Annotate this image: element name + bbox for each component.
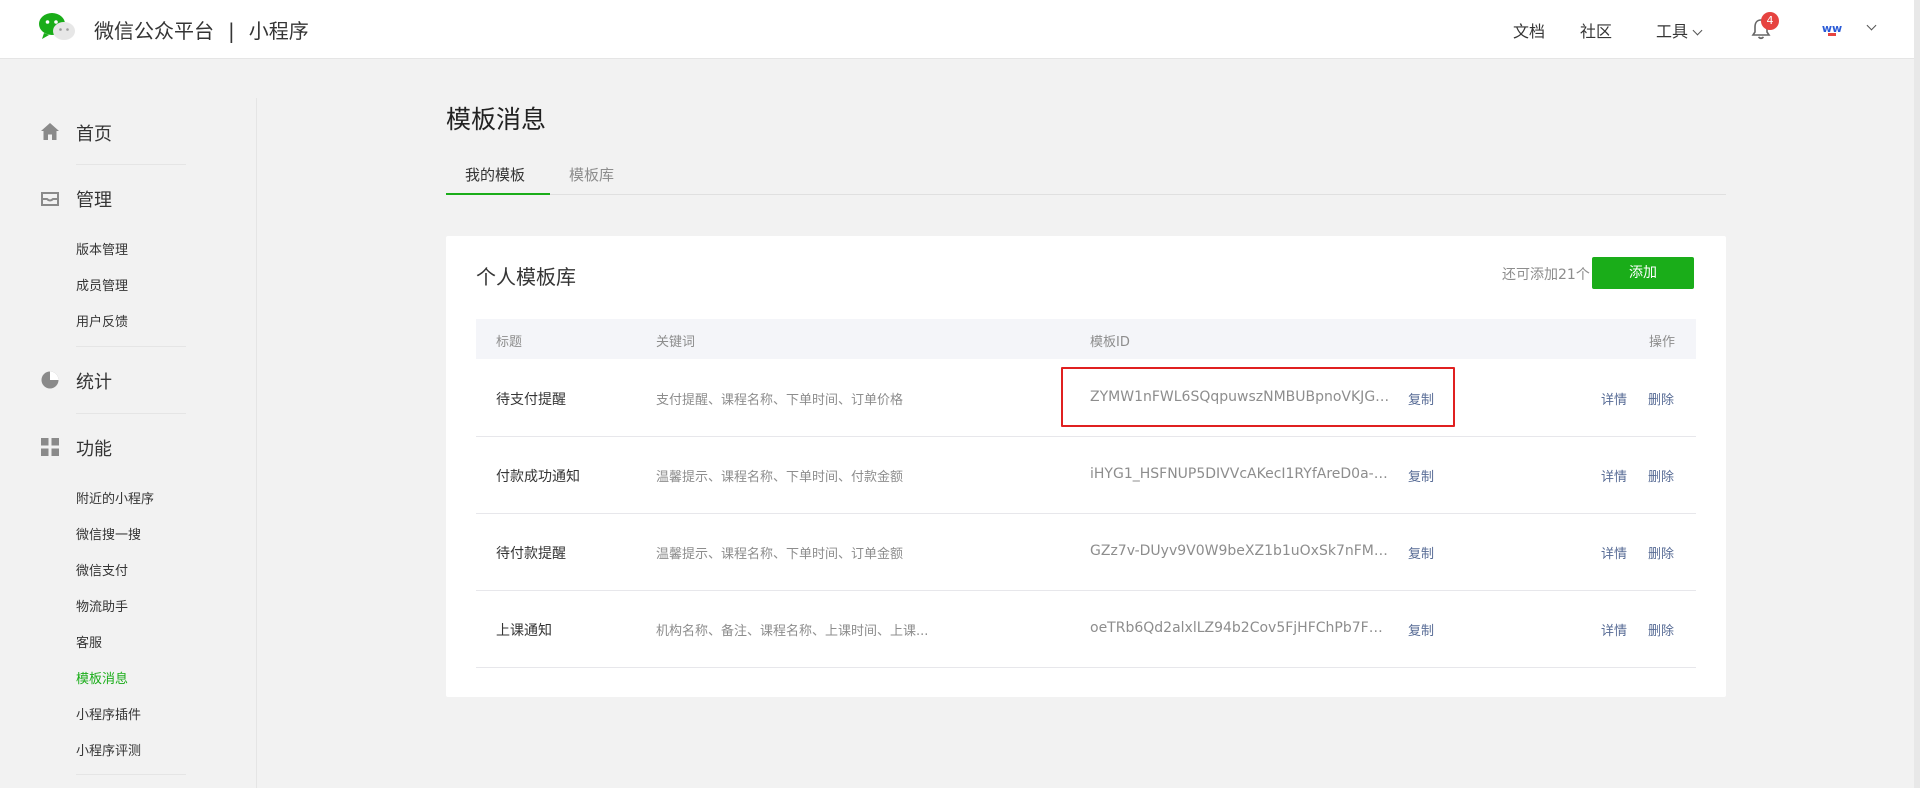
row-keywords: 温馨提示、课程名称、下单时间、付款金额 [656, 470, 904, 485]
tabs-divider [446, 194, 1726, 195]
row-keywords: 支付提醒、课程名称、下单时间、订单价格 [656, 393, 904, 408]
row-template-id: ZYMW1nFWL6SQqpuwszNMBUBpnoVKJGi... [1090, 389, 1390, 405]
sidebar-item-plugins[interactable]: 小程序插件 [76, 704, 141, 723]
detail-link[interactable]: 详情 [1601, 466, 1627, 485]
sidebar-divider [76, 346, 186, 347]
card-title: 个人模板库 [476, 265, 576, 289]
account-chevron-down-icon[interactable] [1866, 20, 1877, 31]
row-title: 上课通知 [496, 623, 552, 639]
sidebar-item-search[interactable]: 微信搜一搜 [76, 524, 141, 543]
delete-link[interactable]: 删除 [1648, 466, 1674, 485]
sidebar-item-logistics[interactable]: 物流助手 [76, 596, 128, 615]
detail-link[interactable]: 详情 [1601, 543, 1627, 562]
product-name: 小程序 [248, 19, 309, 43]
row-title: 待支付提醒 [496, 392, 566, 408]
brand-separator: | [228, 19, 235, 43]
copy-link[interactable]: 复制 [1408, 620, 1434, 639]
column-header-title: 标题 [496, 335, 523, 350]
tab-my-templates[interactable]: 我的模板 [465, 164, 525, 185]
delete-link[interactable]: 删除 [1648, 543, 1674, 562]
sidebar-divider [76, 774, 186, 775]
sidebar-item-template-message[interactable]: 模板消息 [76, 668, 128, 687]
sidebar-section-label: 功能 [76, 439, 112, 460]
grid-icon [41, 438, 59, 456]
column-header-template-id: 模板ID [1090, 335, 1130, 350]
nav-tools[interactable]: 工具 [1656, 18, 1703, 42]
brand-title[interactable]: 微信公众平台 | 小程序 [94, 15, 309, 44]
sidebar-item-version[interactable]: 版本管理 [76, 239, 128, 258]
row-template-id: oeTRb6Qd2alxlLZ94b2Cov5FjHFChPb7FNg... [1090, 620, 1390, 636]
brand-name: 微信公众平台 [94, 19, 214, 43]
row-title: 付款成功通知 [496, 469, 580, 485]
sidebar-item-pay[interactable]: 微信支付 [76, 560, 128, 579]
nav-docs[interactable]: 文档 [1513, 18, 1545, 42]
sidebar-divider [76, 164, 186, 165]
avatar[interactable]: ww [1818, 15, 1846, 43]
wechat-logo-icon[interactable] [38, 12, 76, 42]
copy-link[interactable]: 复制 [1408, 466, 1434, 485]
detail-link[interactable]: 详情 [1601, 389, 1627, 408]
table-header: 标题 关键词 模板ID 操作 [476, 319, 1696, 359]
home-icon [41, 123, 59, 140]
sidebar-divider [76, 413, 186, 414]
page-title: 模板消息 [446, 105, 547, 134]
notification-badge: 4 [1761, 12, 1779, 30]
table-row: 付款成功通知 温馨提示、课程名称、下单时间、付款金额 iHYG1_HSFNUP5… [476, 436, 1696, 514]
tab-template-library[interactable]: 模板库 [569, 164, 614, 185]
sidebar-section-label: 首页 [76, 124, 112, 145]
add-button[interactable]: 添加 [1592, 257, 1694, 289]
sidebar-item-members[interactable]: 成员管理 [76, 275, 128, 294]
sidebar-section-label: 统计 [76, 372, 112, 393]
nav-tools-label: 工具 [1656, 22, 1689, 41]
sidebar-item-review[interactable]: 小程序评测 [76, 740, 141, 759]
sidebar-item-nearby[interactable]: 附近的小程序 [76, 488, 154, 507]
copy-link[interactable]: 复制 [1408, 543, 1434, 562]
column-header-actions: 操作 [1649, 335, 1676, 350]
delete-link[interactable]: 删除 [1648, 620, 1674, 639]
table-row: 待支付提醒 支付提醒、课程名称、下单时间、订单价格 ZYMW1nFWL6SQqp… [476, 359, 1696, 437]
table-row: 上课通知 机构名称、备注、课程名称、上课时间、上课... oeTRb6Qd2al… [476, 590, 1696, 668]
row-keywords: 温馨提示、课程名称、下单时间、订单金额 [656, 547, 904, 562]
chevron-down-icon [1692, 25, 1703, 36]
sidebar-item-feedback[interactable]: 用户反馈 [76, 311, 128, 330]
row-template-id: GZz7v-DUyv9V0W9beXZ1b1uOxSk7nFMG... [1090, 543, 1390, 559]
sidebar-item-service[interactable]: 客服 [76, 632, 102, 651]
sidebar-section-label: 管理 [76, 190, 112, 211]
row-template-id: iHYG1_HSFNUP5DIVVcAKecI1RYfAreD0a-iI... [1090, 466, 1390, 482]
remaining-count: 还可添加21个 [1502, 267, 1590, 283]
pie-chart-icon [41, 371, 59, 389]
avatar-image: ww [1818, 15, 1846, 43]
scrollbar[interactable] [1914, 0, 1920, 788]
sidebar: 首页 管理 版本管理 成员管理 用户反馈 统计 功能 附近的小程序 微信搜一搜 … [0, 58, 256, 788]
detail-link[interactable]: 详情 [1601, 620, 1627, 639]
copy-link[interactable]: 复制 [1408, 389, 1434, 408]
delete-link[interactable]: 删除 [1648, 389, 1674, 408]
nav-community[interactable]: 社区 [1580, 18, 1612, 42]
row-title: 待付款提醒 [496, 546, 566, 562]
column-header-keywords: 关键词 [656, 335, 696, 350]
active-tab-indicator [446, 193, 550, 195]
sidebar-border [256, 98, 257, 788]
row-keywords: 机构名称、备注、课程名称、上课时间、上课... [656, 624, 929, 639]
template-card: 个人模板库 还可添加21个 添加 标题 关键词 模板ID 操作 待支付提醒 支付… [446, 236, 1726, 697]
table-row: 待付款提醒 温馨提示、课程名称、下单时间、订单金额 GZz7v-DUyv9V0W… [476, 513, 1696, 591]
top-bar: 微信公众平台 | 小程序 文档 社区 工具 4 ww [0, 0, 1914, 59]
inbox-icon [41, 192, 59, 206]
